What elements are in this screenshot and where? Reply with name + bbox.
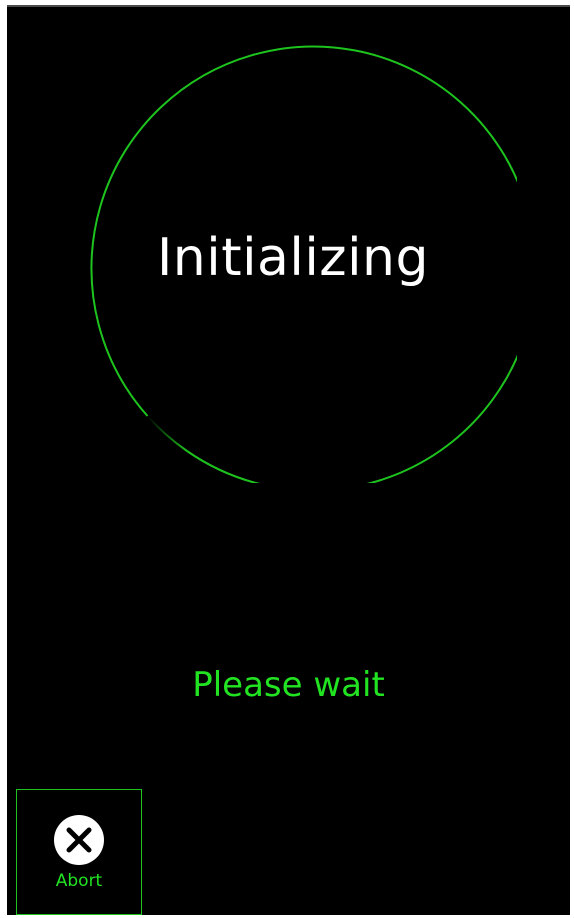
status-message: Please wait — [192, 665, 385, 705]
status-title: Initializing — [156, 228, 430, 288]
abort-button[interactable]: Abort — [16, 789, 142, 915]
initialization-screen: Initializing Please wait Abort — [7, 5, 570, 915]
abort-label: Abort — [55, 871, 103, 891]
progress-ring: Initializing — [69, 35, 517, 483]
close-icon — [54, 815, 104, 865]
